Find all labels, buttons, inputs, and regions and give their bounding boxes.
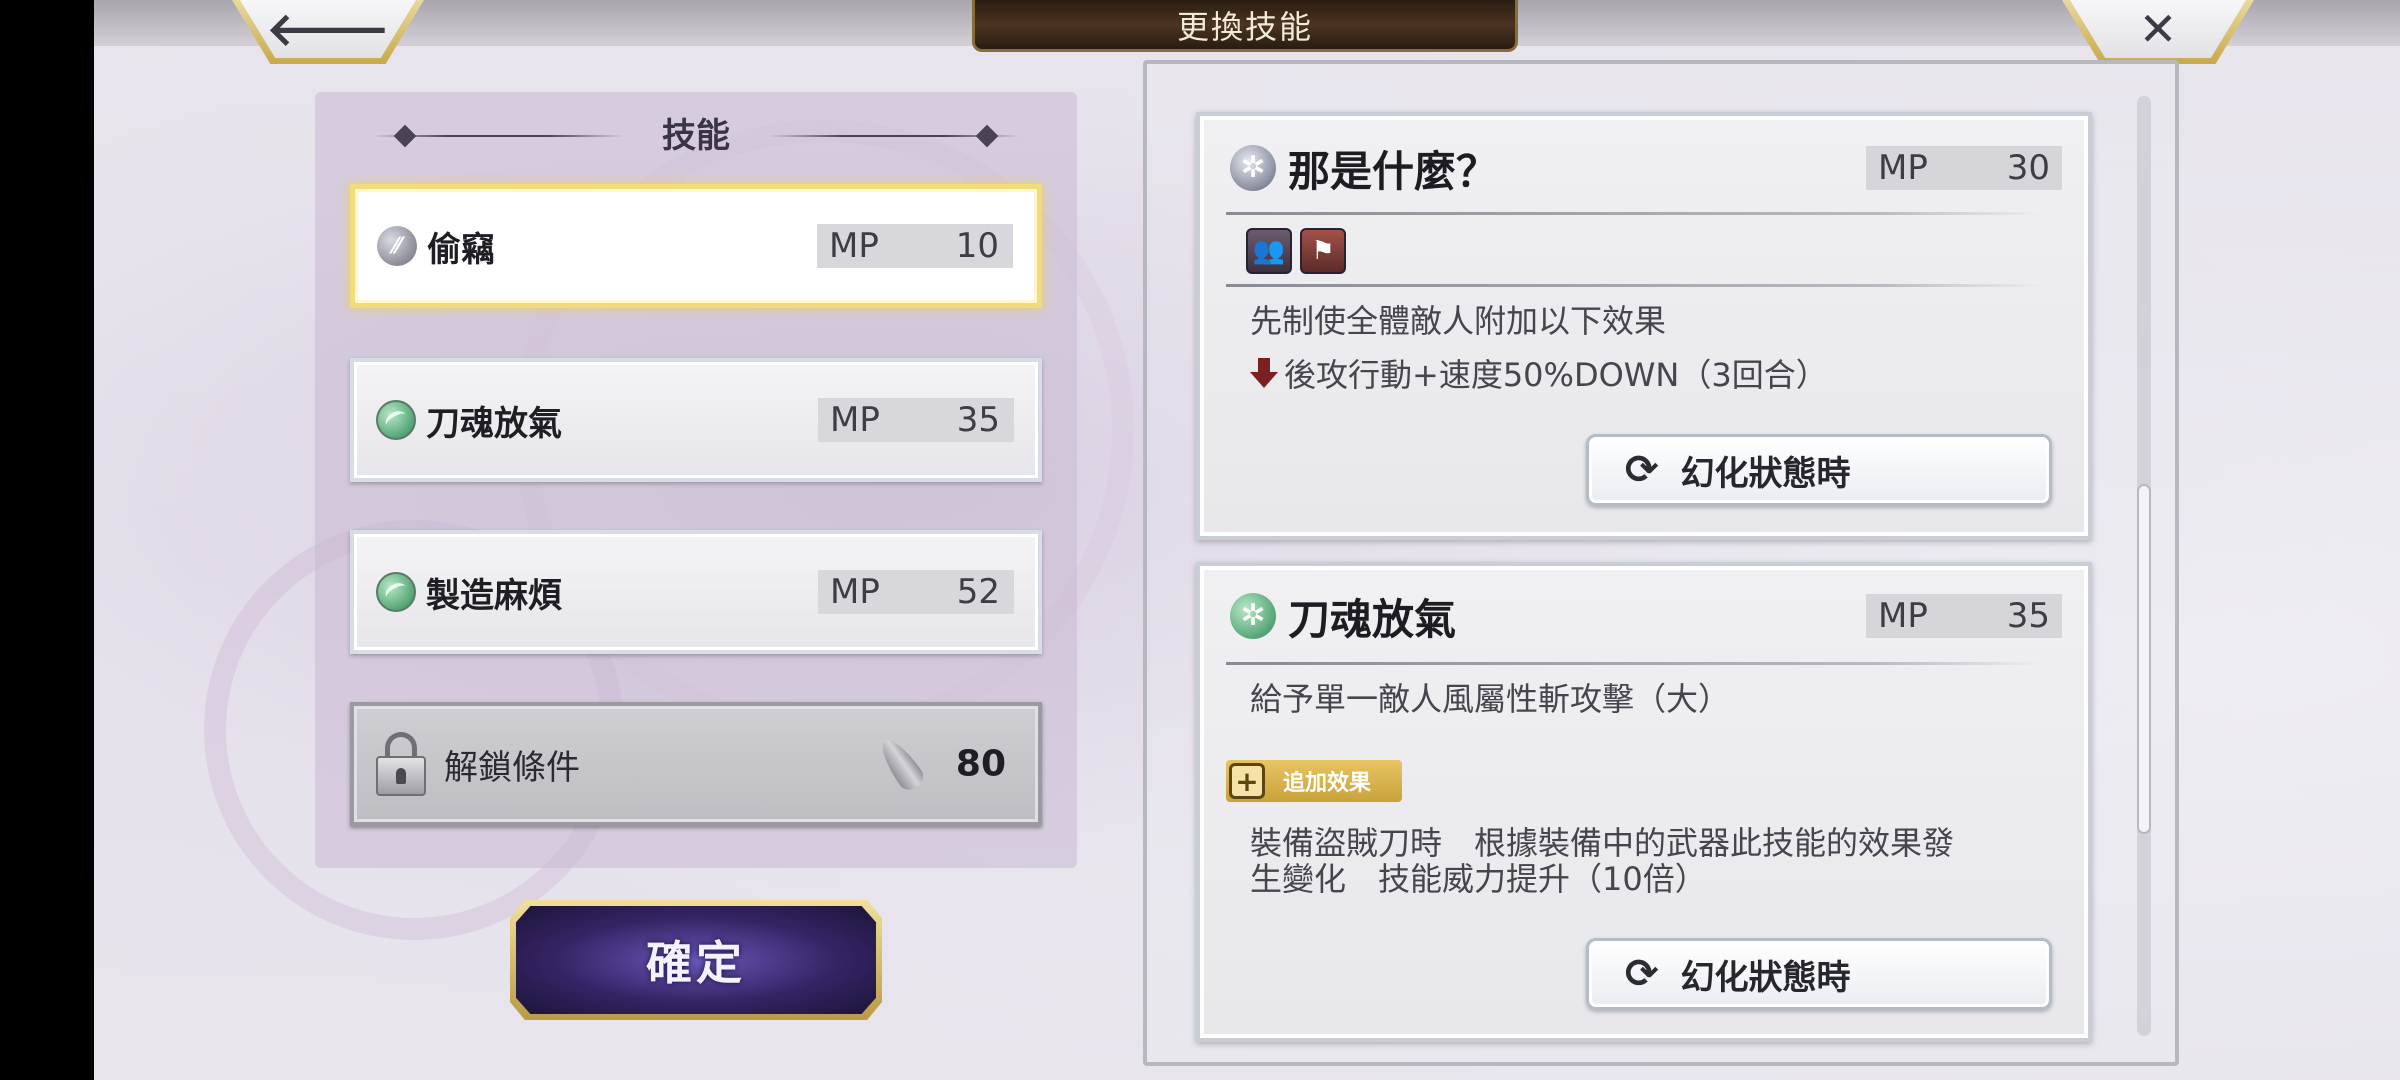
extra-effect-text-line1: 裝備盜賊刀時 根據裝備中的武器此技能的效果發: [1250, 824, 1955, 862]
back-arrow-icon: 🡐: [266, 2, 390, 56]
refresh-icon: ⟳: [1625, 951, 1659, 997]
skill-slot-blade-soul[interactable]: 刀魂放氣 MP 35: [350, 358, 1042, 482]
wind-orb-icon: [376, 400, 416, 440]
skill-list-title-text: 技能: [662, 115, 730, 156]
divider: [1226, 212, 2042, 215]
steal-icon: [377, 226, 417, 266]
card-header: 刀魂放氣 MP 35: [1230, 588, 2062, 644]
unlock-cost: 80: [955, 743, 1006, 785]
mp-label: MP: [830, 572, 880, 612]
unlock-condition-label: 解鎖條件: [444, 747, 580, 788]
divider: [1226, 284, 2042, 287]
skill-list-panel: 技能 偷竊 MP 10 刀魂放氣 MP 35 製造麻煩 MP 52 解鎖條件 8…: [315, 92, 1077, 868]
page-title: 更換技能: [1176, 7, 1313, 46]
refresh-icon: ⟳: [1625, 447, 1659, 493]
mp-cost-badge: MP 52: [818, 570, 1014, 614]
mp-value: 35: [956, 400, 1000, 440]
mp-label: MP: [1878, 148, 1928, 188]
mp-value: 35: [2006, 596, 2050, 636]
debuff-line: 後攻行動+速度50%DOWN（3回合）: [1250, 356, 2048, 394]
mp-cost-badge: MP 30: [1866, 146, 2062, 190]
skill-description: 給予單一敵人風屬性斬攻擊（大）: [1250, 680, 1731, 718]
skill-name: 偷竊: [427, 229, 495, 270]
debuff-text: 後攻行動+速度50%DOWN（3回合）: [1284, 356, 1828, 394]
mp-value: 10: [955, 226, 999, 266]
lock-icon: [376, 732, 426, 796]
phantom-state-button[interactable]: ⟳ 幻化狀態時: [1586, 434, 2052, 506]
skill-name: 刀魂放氣: [426, 403, 562, 444]
wind-orb-icon: [1230, 593, 1276, 639]
mp-label: MP: [1878, 596, 1928, 636]
plus-icon: +: [1229, 763, 1265, 799]
skill-slot-make-trouble[interactable]: 製造麻煩 MP 52: [350, 530, 1042, 654]
phantom-state-label: 幻化狀態時: [1680, 453, 1851, 494]
extra-effect-text-line2: 生變化 技能威力提升（10倍）: [1250, 860, 1707, 898]
skill-slot-steal[interactable]: 偷竊 MP 10: [350, 184, 1042, 308]
divider: [1226, 662, 2042, 665]
card-skill-name: 那是什麼？: [1288, 146, 1499, 196]
card-header: 那是什麼？ MP 30: [1230, 140, 2062, 196]
scrollbar-thumb[interactable]: [2137, 484, 2151, 834]
mp-cost-badge: MP 10: [817, 224, 1013, 268]
mp-label: MP: [829, 226, 879, 266]
first-strike-icon: ⚑: [1300, 228, 1346, 274]
confirm-button[interactable]: 確定: [510, 900, 882, 1020]
mp-label: MP: [830, 400, 880, 440]
down-arrow-icon: [1250, 358, 1278, 390]
skill-detail-card: 那是什麼？ MP 30 👥 ⚑ 先制使全體敵人附加以下效果 後攻行動+速度50%…: [1196, 112, 2092, 540]
page-title-plate: 更換技能: [972, 0, 1518, 52]
card-skill-name: 刀魂放氣: [1288, 594, 1457, 644]
ninja-star-icon: [1230, 145, 1276, 191]
mp-value: 30: [2006, 148, 2050, 188]
skill-slot-locked[interactable]: 解鎖條件 80: [350, 702, 1042, 826]
feather-icon: [874, 733, 928, 795]
target-all-icon: 👥: [1246, 228, 1292, 274]
close-icon: ✕: [2138, 2, 2178, 56]
skill-list-title: 技能: [315, 110, 1077, 156]
title-ornament-right: [769, 135, 1019, 137]
extra-effect-label: 追加效果: [1283, 771, 1372, 796]
wind-orb-icon: [376, 572, 416, 612]
phantom-state-label: 幻化狀態時: [1680, 957, 1851, 998]
mp-cost-badge: MP 35: [818, 398, 1014, 442]
mp-cost-badge: MP 35: [1866, 594, 2062, 638]
confirm-label: 確定: [646, 936, 746, 990]
skill-description: 先制使全體敵人附加以下效果: [1250, 302, 1667, 340]
phantom-state-button[interactable]: ⟳ 幻化狀態時: [1586, 938, 2052, 1010]
extra-effect-badge: + 追加效果: [1226, 760, 1402, 802]
mp-value: 52: [956, 572, 1000, 612]
skill-name: 製造麻煩: [426, 575, 562, 616]
skill-detail-card: 刀魂放氣 MP 35 給予單一敵人風屬性斬攻擊（大） + 追加效果 裝備盜賊刀時…: [1196, 562, 2092, 1042]
